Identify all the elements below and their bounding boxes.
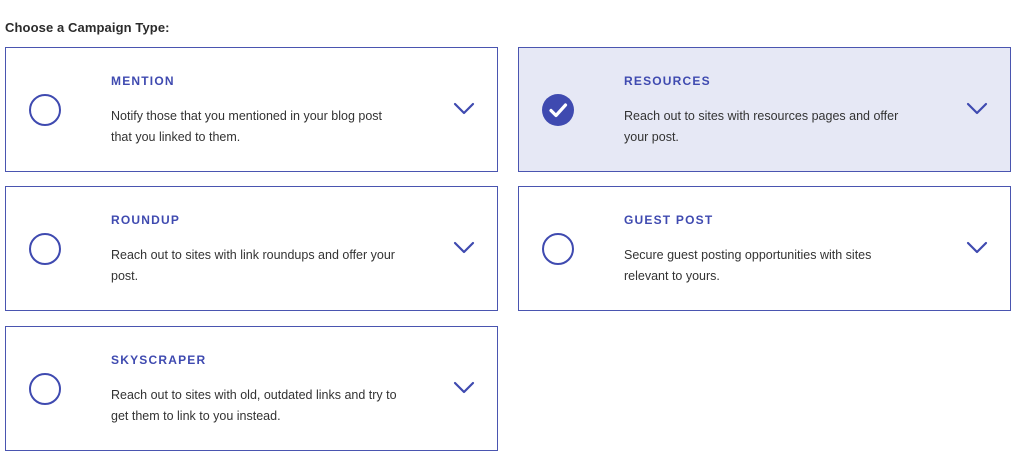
campaign-description: Secure guest posting opportunities with … — [624, 248, 872, 283]
campaign-description: Reach out to sites with link roundups an… — [111, 248, 395, 283]
campaign-title: RESOURCES — [624, 74, 711, 88]
chevron-down-icon[interactable] — [453, 241, 475, 255]
campaign-description: Notify those that you mentioned in your … — [111, 109, 382, 144]
campaign-card-skyscraper[interactable]: SKYSCRAPER Reach out to sites with old, … — [5, 326, 498, 451]
campaign-card-mention[interactable]: MENTION Notify those that you mentioned … — [5, 47, 498, 172]
radio-circle-icon[interactable] — [542, 233, 574, 265]
campaign-title: MENTION — [111, 74, 175, 88]
campaign-title: SKYSCRAPER — [111, 353, 207, 367]
radio-circle-icon[interactable] — [29, 233, 61, 265]
chevron-down-icon[interactable] — [966, 241, 988, 255]
check-circle-icon[interactable] — [542, 94, 574, 126]
campaign-title: GUEST POST — [624, 213, 714, 227]
campaign-card-roundup[interactable]: ROUNDUP Reach out to sites with link rou… — [5, 186, 498, 311]
chevron-down-icon[interactable] — [453, 381, 475, 395]
radio-circle-icon[interactable] — [29, 94, 61, 126]
radio-circle-icon[interactable] — [29, 373, 61, 405]
page-title: Choose a Campaign Type: — [5, 20, 170, 35]
campaign-card-guest-post[interactable]: GUEST POST Secure guest posting opportun… — [518, 186, 1011, 311]
campaign-card-resources[interactable]: RESOURCES Reach out to sites with resour… — [518, 47, 1011, 172]
campaign-description: Reach out to sites with resources pages … — [624, 109, 899, 144]
campaign-description: Reach out to sites with old, outdated li… — [111, 388, 397, 423]
chevron-down-icon[interactable] — [966, 102, 988, 116]
campaign-title: ROUNDUP — [111, 213, 181, 227]
chevron-down-icon[interactable] — [453, 102, 475, 116]
